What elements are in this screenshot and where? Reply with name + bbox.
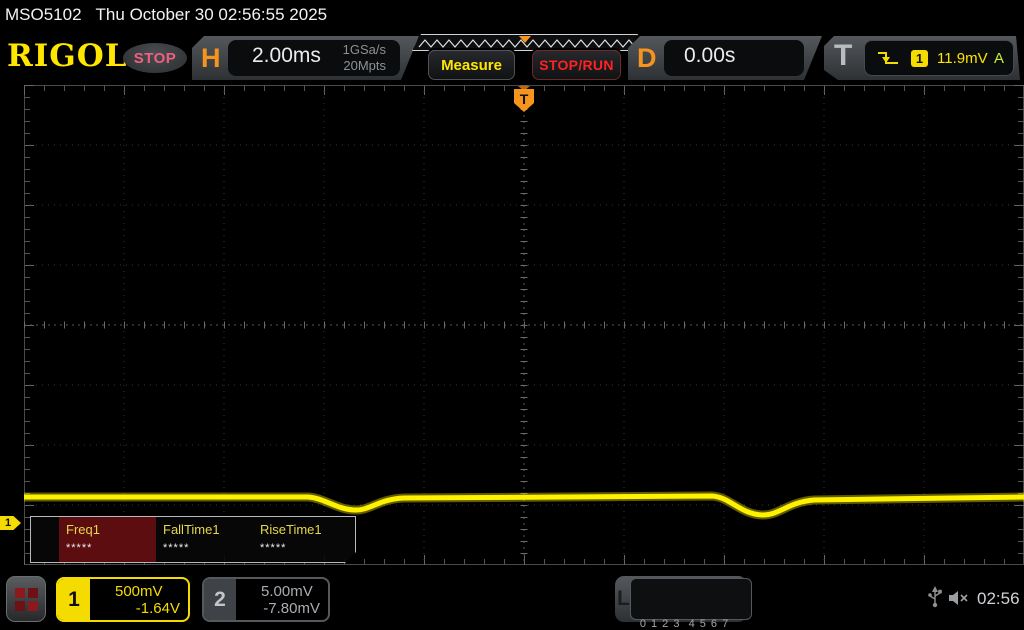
logic-row-1: 0 1 2 3 4 5 6 7 <box>639 618 730 630</box>
menu-grid-icon <box>14 587 38 611</box>
stop-run-button[interactable]: STOP/RUN <box>532 50 621 80</box>
horizontal-inner: 2.00ms 1GSa/s 20Mpts <box>228 40 400 76</box>
acquisition-info: 1GSa/s 20Mpts <box>343 42 386 73</box>
waveform-memory-bar[interactable] <box>412 34 638 51</box>
logic-channel-list: 0 1 2 3 4 5 6 7 8 9 1011 12131415 <box>629 578 752 630</box>
channel1-position-marker[interactable]: 1 <box>0 516 21 530</box>
logic-channels-block[interactable]: L 0 1 2 3 4 5 6 7 8 9 1011 12131415 <box>615 576 752 630</box>
channel2-block[interactable]: 2 5.00mV -7.80mV <box>202 577 330 622</box>
memory-depth: 20Mpts <box>343 57 386 73</box>
horizontal-label: H <box>201 43 221 73</box>
sample-rate: 1GSa/s <box>342 42 386 57</box>
rigol-logo: RIGOL <box>7 38 128 74</box>
trigger-position-marker[interactable]: T <box>514 86 534 112</box>
trigger-slope-falling-icon <box>877 50 899 66</box>
measurement-label: FallTime1 <box>163 522 220 537</box>
measure-button-label: Measure <box>441 56 502 74</box>
usb-icon <box>928 586 942 608</box>
channel1-scale: 500mV <box>115 582 163 600</box>
main-menu-button[interactable] <box>6 576 46 622</box>
oscilloscope-screen: MSO5102 Thu October 30 02:56:55 2025 RIG… <box>0 0 1024 630</box>
channel2-number: 2 <box>204 579 236 620</box>
measurement-panel: Freq1 ***** FallTime1 ***** RiseTime1 **… <box>30 516 356 563</box>
trigger-label: T <box>834 39 853 72</box>
measurement-risetime1[interactable]: RiseTime1 ***** <box>253 517 350 562</box>
system-datetime: Thu October 30 02:56:55 2025 <box>95 5 328 24</box>
delay-value: 0.00s <box>684 44 736 67</box>
timebase-value: 2.00ms <box>252 44 321 67</box>
delay-label: D <box>637 43 657 73</box>
measurement-falltime1[interactable]: FallTime1 ***** <box>156 517 253 562</box>
measurement-label: Freq1 <box>66 522 100 537</box>
channel1-info: 500mV -1.64V <box>90 579 188 620</box>
measurement-label: RiseTime1 <box>260 522 322 537</box>
trigger-marker-letter: T <box>520 91 529 107</box>
measurement-freq1[interactable]: Freq1 ***** <box>59 517 156 562</box>
sound-muted-icon <box>949 591 968 605</box>
measurement-value: ***** <box>66 542 93 554</box>
trigger-level-value: 11.9mV <box>937 49 988 67</box>
delay-inner: 0.00s <box>664 40 804 76</box>
channel2-offset: -7.80mV <box>263 599 320 617</box>
trigger-inner: 1 11.9mV A <box>864 40 1014 76</box>
run-state-label: STOP <box>133 49 177 67</box>
memory-position-marker[interactable] <box>519 36 531 43</box>
measurement-value: ***** <box>260 542 287 554</box>
trigger-source-badge: 1 <box>911 50 928 67</box>
stop-run-button-label: STOP/RUN <box>539 57 614 73</box>
measurement-value: ***** <box>163 542 190 554</box>
channel2-info: 5.00mV -7.80mV <box>236 579 328 620</box>
logic-label: L <box>617 587 630 610</box>
model-name: MSO5102 <box>5 5 82 24</box>
channel1-number: 1 <box>58 579 90 620</box>
run-state-indicator[interactable]: STOP <box>123 43 187 73</box>
channel1-offset: -1.64V <box>135 599 180 617</box>
titlebar: MSO5102 Thu October 30 02:56:55 2025 <box>0 0 1024 30</box>
channel2-scale: 5.00mV <box>261 582 313 600</box>
measure-button[interactable]: Measure <box>428 50 515 80</box>
horizontal-menu[interactable]: H 2.00ms 1GSa/s 20Mpts <box>192 36 419 80</box>
channel1-block[interactable]: 1 500mV -1.64V <box>56 577 190 622</box>
trigger-menu[interactable]: T 1 11.9mV A <box>824 36 1020 80</box>
status-clock: 02:56 <box>977 589 1020 608</box>
delay-menu[interactable]: D 0.00s <box>628 36 822 80</box>
graticule: T <box>24 85 1024 565</box>
trigger-mode: A <box>993 49 1004 67</box>
